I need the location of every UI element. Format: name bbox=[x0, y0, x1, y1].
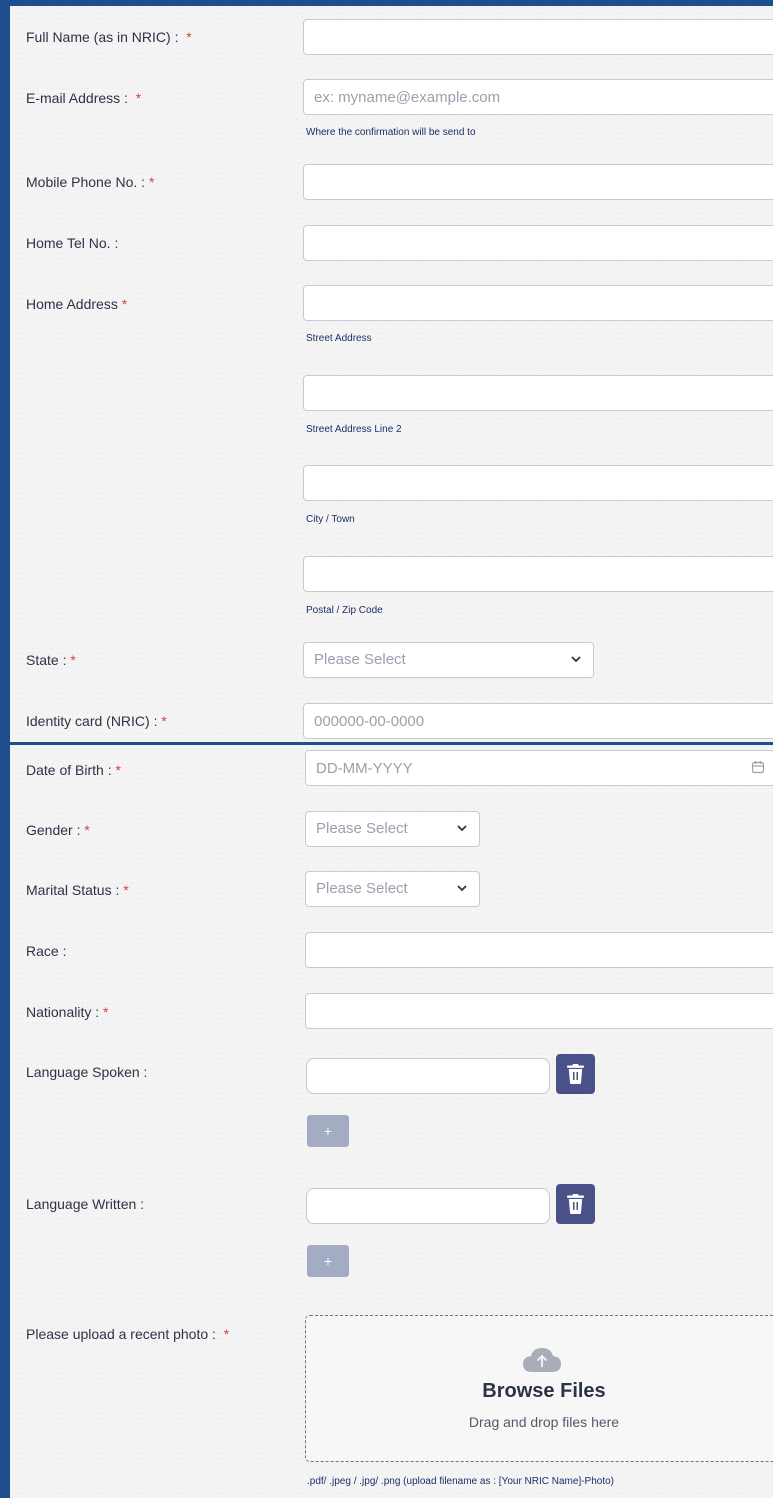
calendar-icon[interactable] bbox=[751, 760, 765, 774]
street-address-input[interactable] bbox=[303, 285, 773, 321]
delete-language-spoken-button[interactable] bbox=[556, 1054, 595, 1094]
required-mark: * bbox=[84, 822, 90, 838]
required-mark: * bbox=[103, 1004, 109, 1020]
drag-drop-text: Drag and drop files here bbox=[468, 1414, 620, 1430]
required-mark: * bbox=[115, 762, 121, 778]
race-label: Race : bbox=[26, 943, 67, 959]
home-tel-input[interactable] bbox=[303, 225, 773, 261]
full-name-input[interactable] bbox=[303, 19, 773, 55]
mobile-input[interactable] bbox=[303, 164, 773, 200]
required-mark: * bbox=[186, 29, 192, 45]
mobile-label: Mobile Phone No. : * bbox=[26, 174, 155, 190]
file-dropzone[interactable]: Browse Files Drag and drop files here bbox=[305, 1315, 773, 1462]
dob-field[interactable] bbox=[305, 750, 773, 786]
state-label: State : * bbox=[26, 652, 76, 668]
language-spoken-label: Language Spoken : bbox=[26, 1064, 148, 1080]
chevron-down-icon bbox=[457, 825, 467, 832]
city-sublabel: City / Town bbox=[306, 514, 355, 525]
language-written-label: Language Written : bbox=[26, 1196, 145, 1212]
postal-code-sublabel: Postal / Zip Code bbox=[306, 605, 383, 616]
required-mark: * bbox=[135, 90, 142, 106]
gender-label: Gender : * bbox=[26, 822, 90, 838]
required-mark: * bbox=[161, 713, 167, 729]
email-input[interactable] bbox=[303, 79, 773, 115]
street-address-2-sublabel: Street Address Line 2 bbox=[306, 424, 402, 435]
chevron-down-icon bbox=[571, 656, 581, 663]
email-sublabel: Where the confirmation will be send to bbox=[306, 127, 476, 138]
state-select-value: Please Select bbox=[314, 651, 406, 668]
trash-icon bbox=[567, 1064, 584, 1084]
street-address-sublabel: Street Address bbox=[306, 333, 372, 344]
required-mark: * bbox=[223, 1326, 230, 1342]
city-input[interactable] bbox=[303, 465, 773, 501]
postal-code-input[interactable] bbox=[303, 556, 773, 592]
state-select[interactable]: Please Select bbox=[303, 642, 594, 678]
required-mark: * bbox=[148, 174, 155, 190]
nric-input[interactable] bbox=[303, 703, 773, 739]
gender-select-value: Please Select bbox=[316, 820, 408, 837]
photo-upload-label: Please upload a recent photo : * bbox=[26, 1326, 230, 1342]
marital-status-select-value: Please Select bbox=[316, 880, 408, 897]
delete-language-written-button[interactable] bbox=[556, 1184, 595, 1224]
required-mark: * bbox=[123, 882, 129, 898]
section-divider bbox=[10, 742, 773, 745]
home-tel-label: Home Tel No. : bbox=[26, 235, 119, 251]
race-input[interactable] bbox=[305, 932, 773, 968]
nric-label: Identity card (NRIC) : * bbox=[26, 713, 167, 729]
upload-hint: .pdf/ .jpeg / .jpg/ .png (upload filenam… bbox=[307, 1476, 615, 1487]
add-language-written-button[interactable]: + bbox=[307, 1245, 349, 1277]
chevron-down-icon bbox=[457, 885, 467, 892]
gender-select[interactable]: Please Select bbox=[305, 811, 480, 847]
trash-icon bbox=[567, 1194, 584, 1214]
email-label: E-mail Address : * bbox=[26, 90, 142, 106]
full-name-label: Full Name (as in NRIC) : * bbox=[26, 29, 192, 45]
nationality-input[interactable] bbox=[305, 993, 773, 1029]
dob-label: Date of Birth : * bbox=[26, 762, 121, 778]
marital-status-label: Marital Status : * bbox=[26, 882, 129, 898]
cloud-upload-icon bbox=[523, 1348, 561, 1372]
dob-input[interactable] bbox=[305, 750, 773, 786]
add-language-spoken-button[interactable]: + bbox=[307, 1115, 349, 1147]
required-mark: * bbox=[70, 652, 76, 668]
required-mark: * bbox=[121, 296, 128, 312]
language-spoken-input[interactable] bbox=[306, 1058, 550, 1094]
browse-files-button[interactable]: Browse Files bbox=[306, 1380, 773, 1403]
marital-status-select[interactable]: Please Select bbox=[305, 871, 480, 907]
street-address-2-input[interactable] bbox=[303, 375, 773, 411]
nationality-label: Nationality : * bbox=[26, 1004, 109, 1020]
home-address-label: Home Address * bbox=[26, 296, 128, 312]
language-written-input[interactable] bbox=[306, 1188, 550, 1224]
